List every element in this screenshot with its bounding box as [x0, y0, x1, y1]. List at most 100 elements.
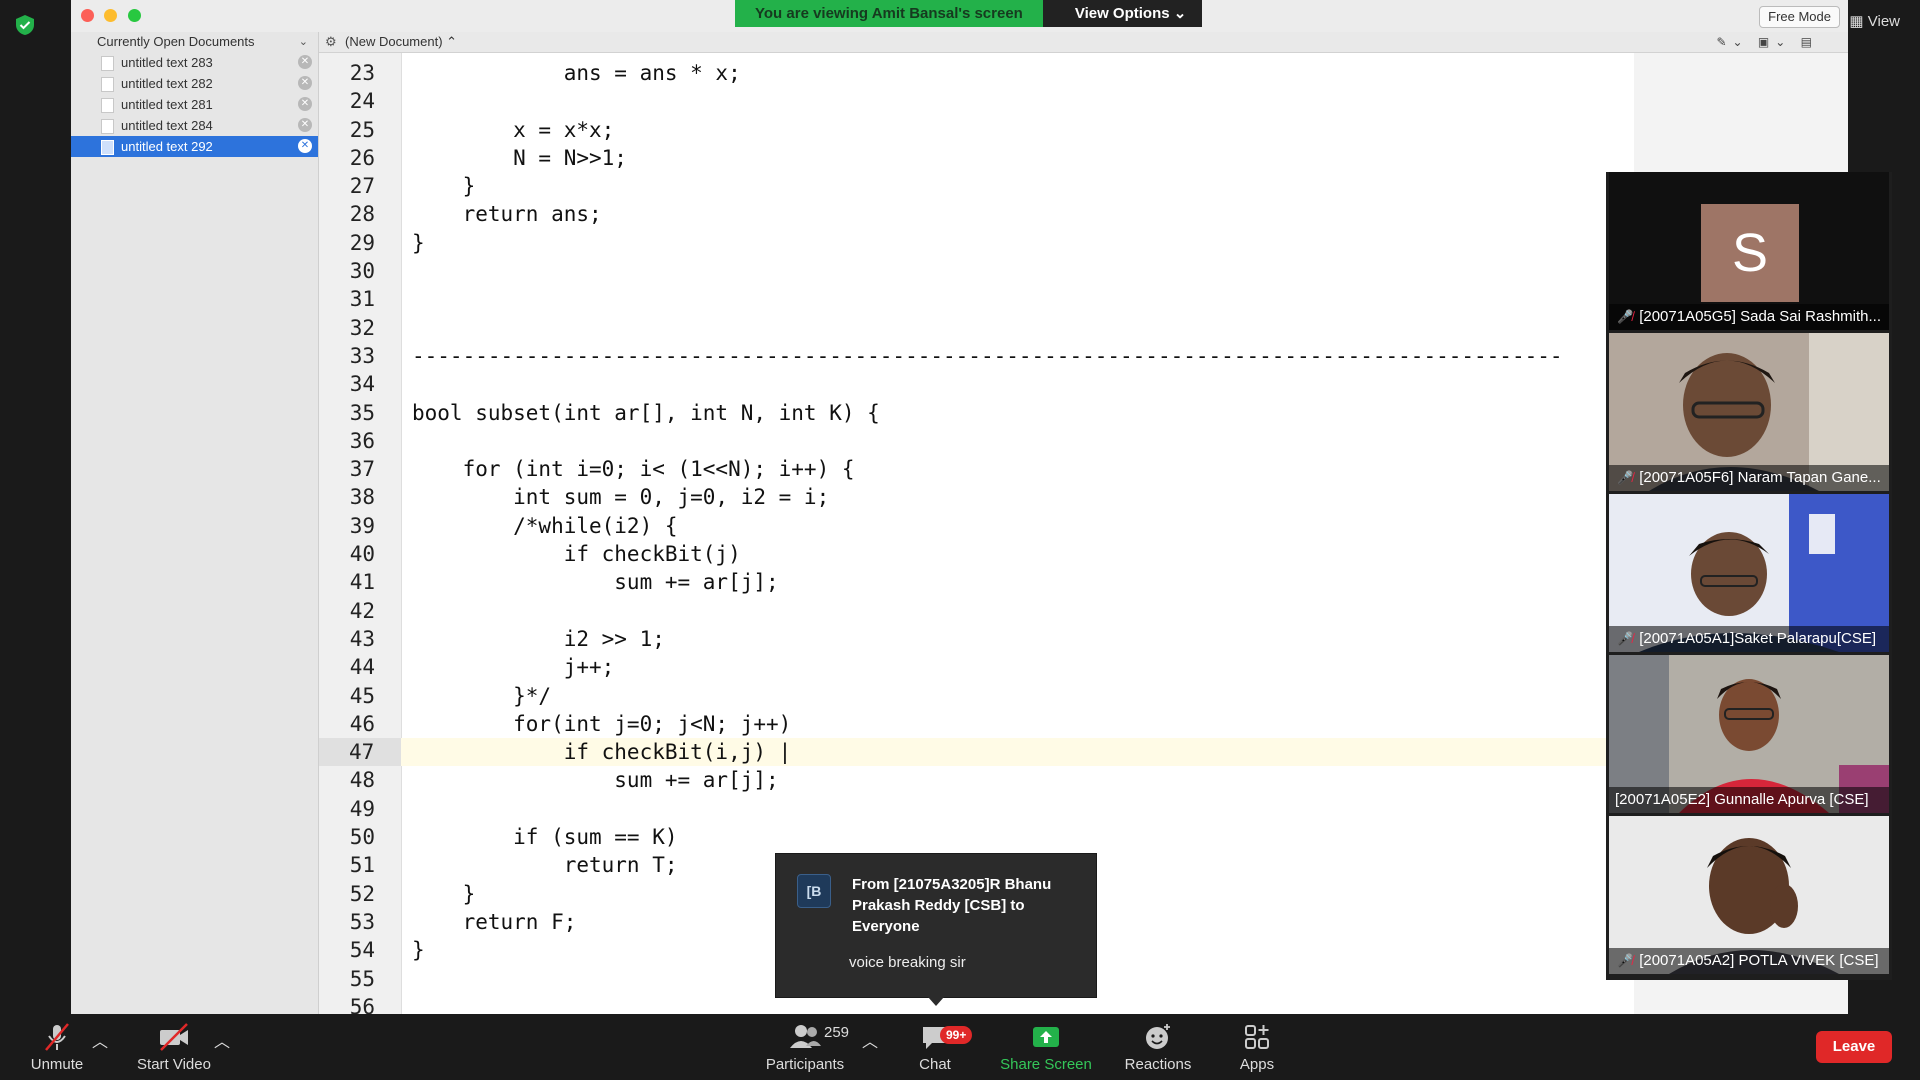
line-number: 56 [349, 994, 375, 1014]
apps-button[interactable]: Apps [1224, 1022, 1290, 1073]
close-window-button[interactable] [81, 9, 94, 22]
code-line[interactable]: 25 x = x*x; [319, 116, 1848, 144]
participant-tile[interactable]: 🎤̸ [20071A05A2] POTLA VIVEK [CSE] [1609, 816, 1889, 974]
document-list-item[interactable]: untitled text 281 ✕ [71, 94, 318, 115]
participant-tile[interactable]: [20071A05E2] Gunnalle Apurva [CSE] [1609, 655, 1889, 813]
close-icon[interactable]: ✕ [298, 76, 312, 90]
line-number: 30 [349, 259, 375, 284]
chat-notification[interactable]: [B From [21075A3205]R Bhanu Prakash Redd… [775, 853, 1097, 1006]
document-list-item[interactable]: untitled text 282 ✕ [71, 73, 318, 94]
shield-icon[interactable] [14, 14, 36, 36]
participants-options-caret[interactable]: ︿ [862, 1028, 878, 1052]
participant-name: [20071A05A1]Saket Palarapu[CSE] [1639, 630, 1877, 647]
document-list-item[interactable]: untitled text 284 ✕ [71, 115, 318, 136]
chat-button[interactable]: 99+ Chat [902, 1022, 973, 1073]
reactions-button[interactable]: Reactions [1118, 1022, 1198, 1073]
apps-icon [1245, 1025, 1269, 1049]
muted-mic-icon: 🎤̸ [1617, 470, 1634, 485]
code-text: sum += ar[j]; [412, 570, 779, 595]
documents-sidebar: Currently Open Documents ⌄ untitled text… [71, 32, 319, 1014]
participant-count: 259 [824, 1024, 850, 1041]
code-text: return F; [412, 909, 577, 934]
audio-options-caret[interactable]: ︿ [92, 1028, 108, 1052]
leave-button[interactable]: Leave [1816, 1031, 1892, 1063]
view-options-label: View Options [1074, 5, 1170, 22]
document-list-item[interactable]: untitled text 283 ✕ [71, 52, 318, 73]
line-number: 23 [349, 61, 375, 85]
line-number: 41 [349, 570, 375, 595]
unmute-button[interactable]: Unmute [22, 1022, 92, 1073]
participants-button[interactable]: 259 Participants [760, 1022, 850, 1073]
view-button[interactable]: ▦ View [1849, 12, 1900, 30]
code-text: i2 >> 1; [412, 626, 665, 651]
code-line[interactable]: 23 ans = ans * x; [319, 59, 1848, 87]
reactions-icon [1146, 1024, 1170, 1049]
document-list-item[interactable]: untitled text 292 ✕ [71, 136, 318, 157]
chat-label: Chat [919, 1056, 951, 1073]
share-screen-button[interactable]: Share Screen [996, 1022, 1096, 1073]
share-banner: You are viewing Amit Bansal's screen Vie… [735, 0, 1203, 27]
code-text: for(int j=0; j<N; j++) [412, 711, 792, 736]
close-icon[interactable]: ✕ [298, 55, 312, 69]
close-icon[interactable]: ✕ [298, 118, 312, 132]
popup-tail [928, 997, 944, 1006]
line-number: 45 [349, 683, 375, 708]
file-icon [101, 98, 114, 113]
participants-icon-wrap: 259 [760, 1022, 850, 1052]
chevron-down-icon[interactable]: ⌄ [299, 32, 308, 52]
start-video-button[interactable]: Start Video [134, 1022, 214, 1073]
code-text: x = x*x; [412, 117, 615, 142]
line-number: 55 [349, 966, 375, 991]
line-number: 35 [349, 400, 375, 425]
line-number: 32 [349, 315, 375, 340]
document-name: untitled text 281 [121, 97, 213, 112]
share-screen-label: Share Screen [1000, 1056, 1092, 1073]
gear-icon[interactable]: ⚙ [325, 32, 337, 52]
chat-message: voice breaking sir [849, 954, 966, 971]
participants-icon [790, 1025, 821, 1048]
line-number: 28 [349, 202, 375, 227]
muted-mic-icon: 🎤̸ [1617, 631, 1634, 646]
video-options-caret[interactable]: ︿ [214, 1028, 230, 1052]
document-list: untitled text 283 ✕ untitled text 282 ✕ unti… [71, 52, 318, 157]
participant-name: [20071A05A2] POTLA VIVEK [CSE] [1639, 952, 1879, 969]
free-mode-button[interactable]: Free Mode [1759, 6, 1840, 28]
code-text: if (sum == K) [412, 825, 678, 850]
document-selector[interactable]: (New Document) ⌃ [345, 32, 457, 52]
line-number: 31 [349, 287, 375, 312]
code-line[interactable]: 26 N = N>>1; [319, 144, 1848, 172]
editor-topbar: ⚙ (New Document) ⌃ ✎⌄ ▣⌄ ▤ [319, 32, 1848, 53]
sidebar-header[interactable]: Currently Open Documents ⌄ [71, 32, 318, 52]
line-number: 40 [349, 542, 375, 567]
code-line[interactable]: 24 [319, 87, 1848, 115]
participant-tile[interactable]: 🎤̸ [20071A05F6] Naram Tapan Gane... [1609, 333, 1889, 491]
participant-tile[interactable]: S 🎤̸ [20071A05G5] Sada Sai Rashmith... [1609, 172, 1889, 330]
line-number: 42 [349, 598, 375, 623]
line-number: 34 [349, 372, 375, 397]
line-number: 48 [349, 768, 375, 793]
chat-sender: From [21075A3205]R Bhanu Prakash Reddy [… [852, 876, 1052, 935]
video-off-icon [160, 1023, 188, 1051]
unmute-label: Unmute [30, 1056, 84, 1073]
code-text: bool subset(int ar[], int N, int K) { [412, 400, 880, 425]
close-icon[interactable]: ✕ [298, 139, 312, 153]
line-number: 26 [349, 145, 375, 170]
file-icon [101, 56, 114, 71]
editor-tools[interactable]: ✎⌄ ▣⌄ ▤ [1716, 32, 1818, 52]
line-number: 46 [349, 711, 375, 736]
code-text: }*/ [412, 683, 552, 708]
document-name: untitled text 284 [121, 118, 213, 133]
zoom-window-button[interactable] [128, 9, 141, 22]
participant-name: [20071A05F6] Naram Tapan Gane... [1639, 469, 1881, 486]
meeting-toolbar: Unmute ︿ Start Video ︿ 259 Participants … [0, 1014, 1920, 1080]
close-icon[interactable]: ✕ [298, 97, 312, 111]
code-text: } [412, 881, 476, 906]
participant-tile[interactable]: 🎤̸ [20071A05A1]Saket Palarapu[CSE] [1609, 494, 1889, 652]
participant-name-bar: 🎤̸ [20071A05A2] POTLA VIVEK [CSE] [1609, 948, 1889, 974]
view-options-button[interactable]: View Options ⌄ [1042, 0, 1203, 27]
muted-microphone-icon [45, 1023, 69, 1051]
reactions-label: Reactions [1124, 1056, 1192, 1073]
file-icon [101, 77, 114, 92]
minimize-window-button[interactable] [104, 9, 117, 22]
chat-unread-badge: 99+ [940, 1026, 973, 1044]
